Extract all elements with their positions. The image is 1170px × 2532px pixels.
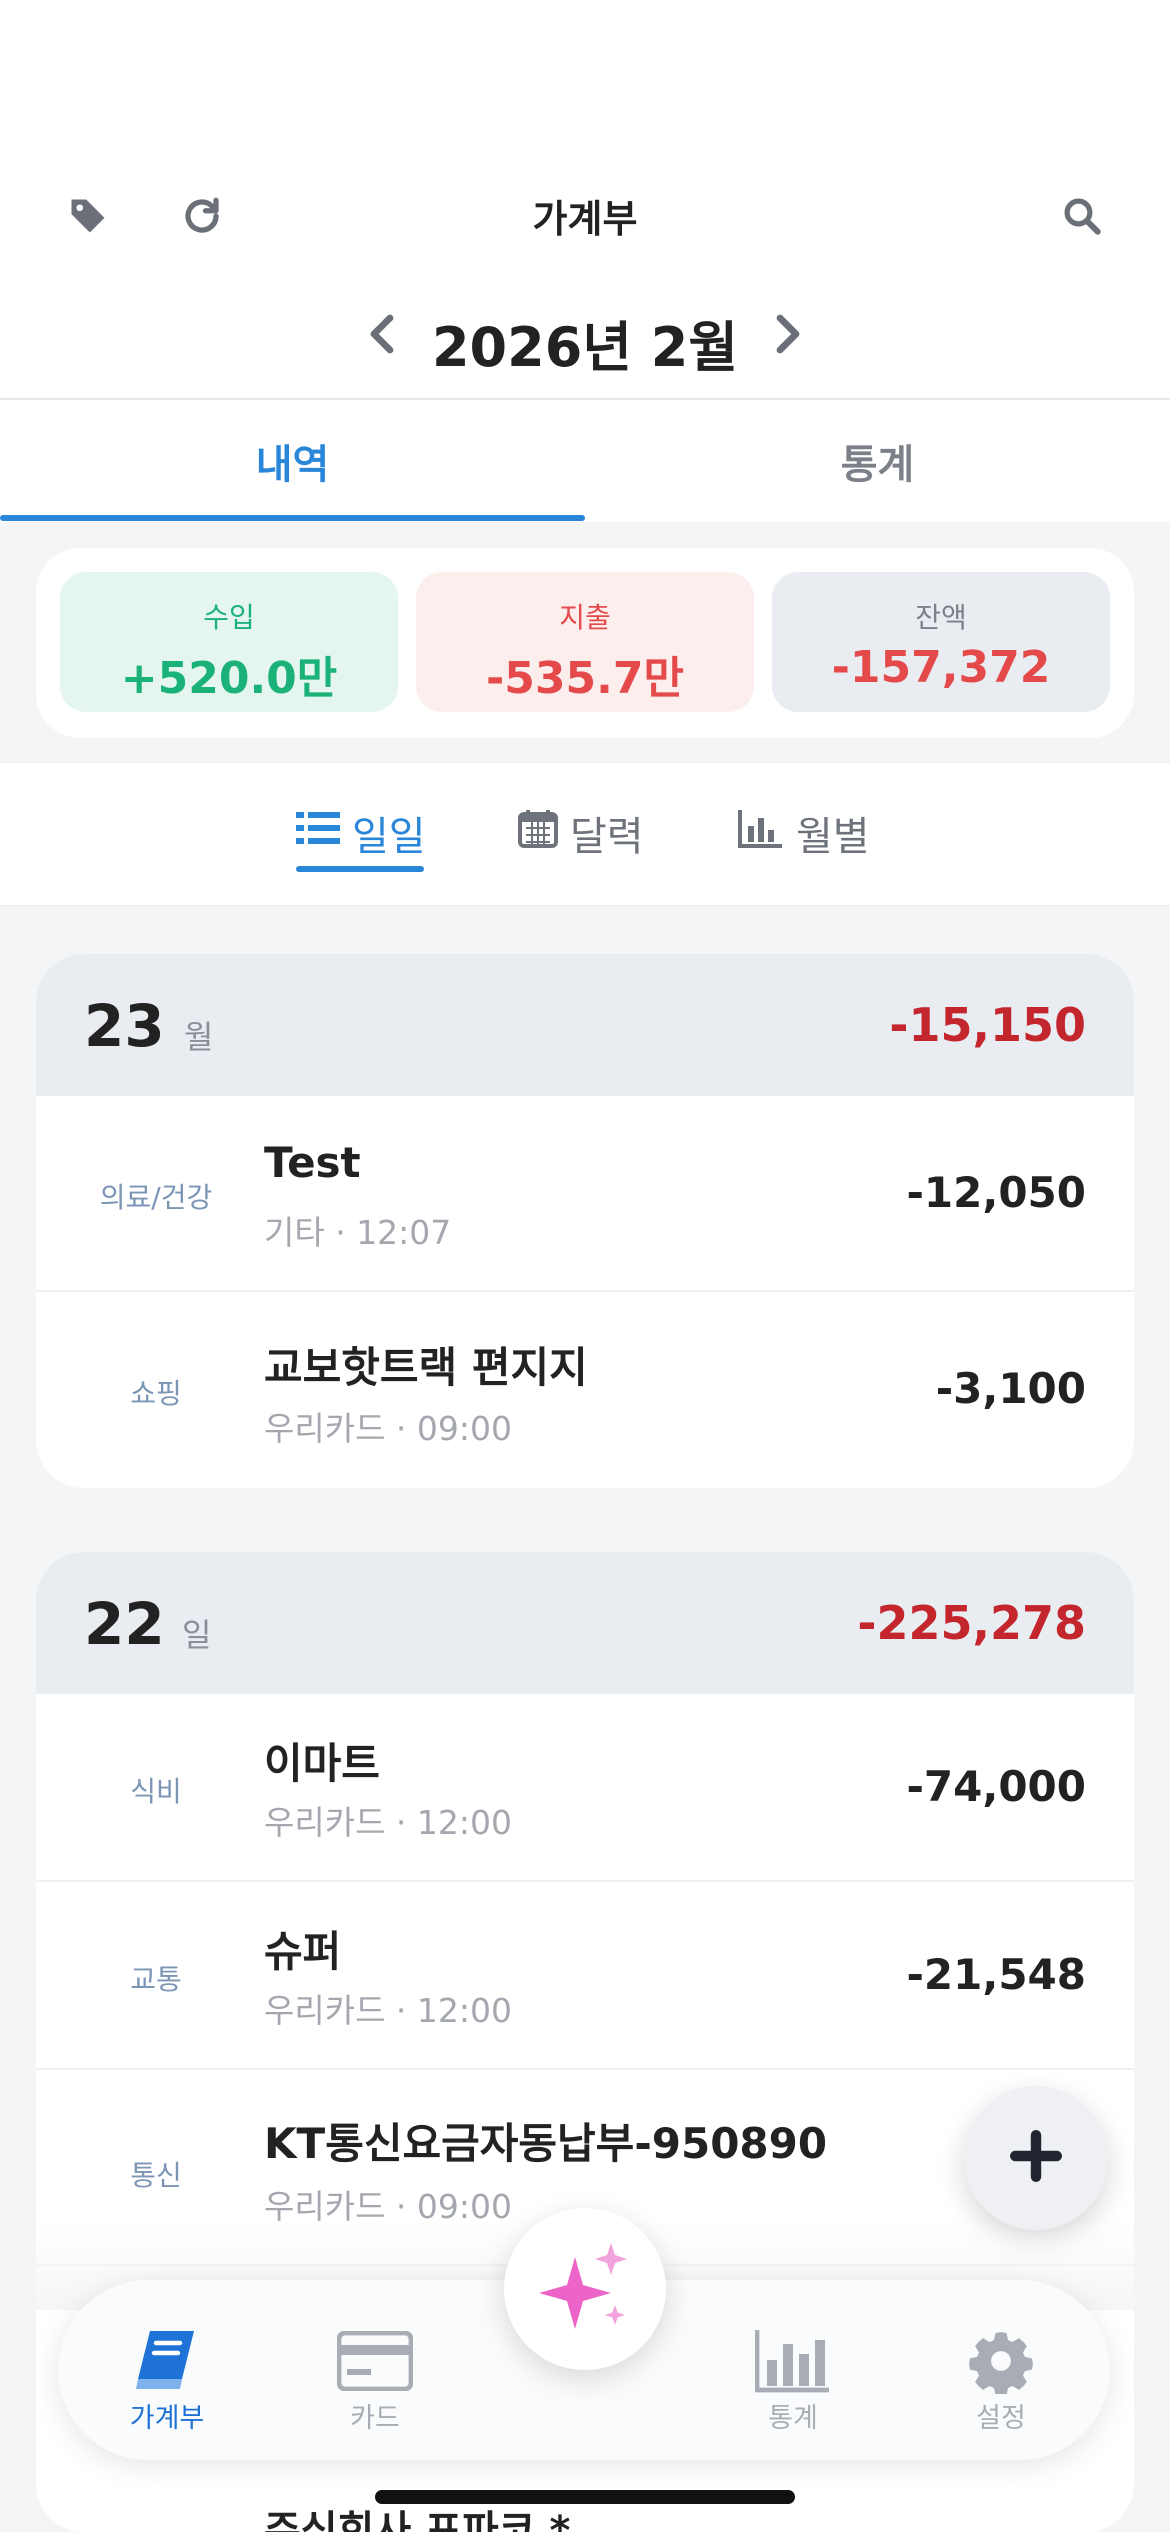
search-icon[interactable] <box>1056 190 1108 242</box>
expense-box[interactable]: 지출 -535.7만 <box>416 572 754 712</box>
home-indicator <box>375 2490 795 2504</box>
day-total: -15,150 <box>889 998 1086 1052</box>
view-monthly-label: 월별 <box>796 814 870 860</box>
transaction-amount: -21,548 <box>906 1950 1086 1999</box>
category-label: 쇼핑 <box>130 1377 182 1410</box>
view-toggle: 일일 달력 월별 <box>0 762 1170 906</box>
transaction-meta: 우리카드 · 09:00 <box>264 1409 513 1448</box>
day-group: 23 월 -15,150 의료/건강 Test 기타 · 12:07 -12,0… <box>36 954 1134 1488</box>
transaction-amount: -12,050 <box>906 1168 1086 1217</box>
chevron-right-icon[interactable] <box>766 309 810 359</box>
transaction-amount: -3,100 <box>935 1364 1086 1413</box>
month-label[interactable]: 2026년 2월 <box>0 303 1170 382</box>
day-number: 23 <box>84 992 165 1060</box>
view-daily[interactable]: 일일 <box>296 803 426 863</box>
transaction-meta: 우리카드 · 12:00 <box>264 1803 513 1842</box>
category-label: 의료/건강 <box>99 1181 213 1214</box>
balance-label: 잔액 <box>915 601 967 634</box>
view-calendar-label: 달력 <box>570 814 644 860</box>
day-total: -225,278 <box>857 1596 1086 1650</box>
income-label: 수입 <box>203 601 255 634</box>
summary-card: 수입 +520.0만 지출 -535.7만 잔액 -157,372 <box>36 548 1134 738</box>
calendar-icon <box>518 808 558 858</box>
income-value: +520.0만 <box>120 653 338 704</box>
category-label: 통신 <box>130 2159 182 2192</box>
transaction-title: Test <box>264 1138 361 1187</box>
sparkle-icon <box>535 2237 635 2341</box>
nav-stats-label: 통계 <box>768 2403 818 2434</box>
nav-ledger[interactable]: 가계부 <box>82 2280 252 2460</box>
app-header: 가계부 2026년 2월 <box>0 0 1170 400</box>
transaction-meta: 기타 · 12:07 <box>264 1213 452 1252</box>
page-title: 가계부 <box>532 197 638 241</box>
day-number: 22 <box>84 1590 165 1658</box>
book-icon <box>82 2322 252 2400</box>
transaction-row[interactable]: 의료/건강 Test 기타 · 12:07 -12,050 <box>36 1096 1134 1292</box>
weekday-label: 월 <box>184 1018 214 1056</box>
month-selector: 2026년 2월 <box>0 295 1170 379</box>
nav-stats[interactable]: 통계 <box>708 2280 878 2460</box>
tab-stats[interactable]: 통계 <box>585 400 1170 522</box>
day-header: 23 월 -15,150 <box>36 954 1134 1096</box>
transaction-title: 교보핫트랙 편지지 <box>264 1343 588 1392</box>
nav-card[interactable]: 카드 <box>290 2280 460 2460</box>
ai-assistant-button[interactable] <box>504 2208 666 2370</box>
nav-settings[interactable]: 설정 <box>916 2280 1086 2460</box>
bar-chart-icon <box>708 2322 878 2400</box>
view-indicator <box>296 866 424 872</box>
transaction-meta: 우리카드 · 12:00 <box>264 1991 513 2030</box>
transaction-title: 슈퍼 <box>264 1927 342 1976</box>
plus-icon <box>1010 2130 1062 2186</box>
expense-label: 지출 <box>559 601 611 634</box>
tab-history[interactable]: 내역 <box>0 400 585 522</box>
transaction-row[interactable]: 교통 슈퍼 우리카드 · 12:00 -21,548 <box>36 1882 1134 2070</box>
transaction-title: 이마트 <box>264 1739 380 1788</box>
view-monthly[interactable]: 월별 <box>738 803 870 863</box>
view-daily-label: 일일 <box>352 814 426 860</box>
balance-box[interactable]: 잔액 -157,372 <box>772 572 1110 712</box>
transaction-row[interactable]: 식비 이마트 우리카드 · 12:00 -74,000 <box>36 1694 1134 1882</box>
tab-indicator <box>0 515 585 521</box>
card-icon <box>290 2322 460 2400</box>
transaction-title: KT통신요금자동납부-950890 <box>264 2119 828 2168</box>
expense-value: -535.7만 <box>486 653 684 704</box>
category-label: 교통 <box>130 1963 182 1996</box>
bar-chart-icon <box>738 808 784 858</box>
day-header: 22 일 -225,278 <box>36 1552 1134 1694</box>
balance-value: -157,372 <box>831 642 1051 693</box>
main-tabs: 내역 통계 <box>0 400 1170 522</box>
gear-icon <box>916 2322 1086 2400</box>
category-label: 식비 <box>130 1775 182 1808</box>
nav-settings-label: 설정 <box>976 2403 1026 2434</box>
nav-ledger-label: 가계부 <box>129 2403 205 2434</box>
add-transaction-button[interactable] <box>964 2086 1108 2230</box>
weekday-label: 일 <box>182 1616 212 1654</box>
list-icon <box>296 808 340 858</box>
nav-card-label: 카드 <box>350 2403 400 2434</box>
income-box[interactable]: 수입 +520.0만 <box>60 572 398 712</box>
transaction-row[interactable]: 쇼핑 교보핫트랙 편지지 우리카드 · 09:00 -3,100 <box>36 1292 1134 1488</box>
transaction-amount: -74,000 <box>906 1762 1086 1811</box>
view-calendar[interactable]: 달력 <box>518 803 644 863</box>
